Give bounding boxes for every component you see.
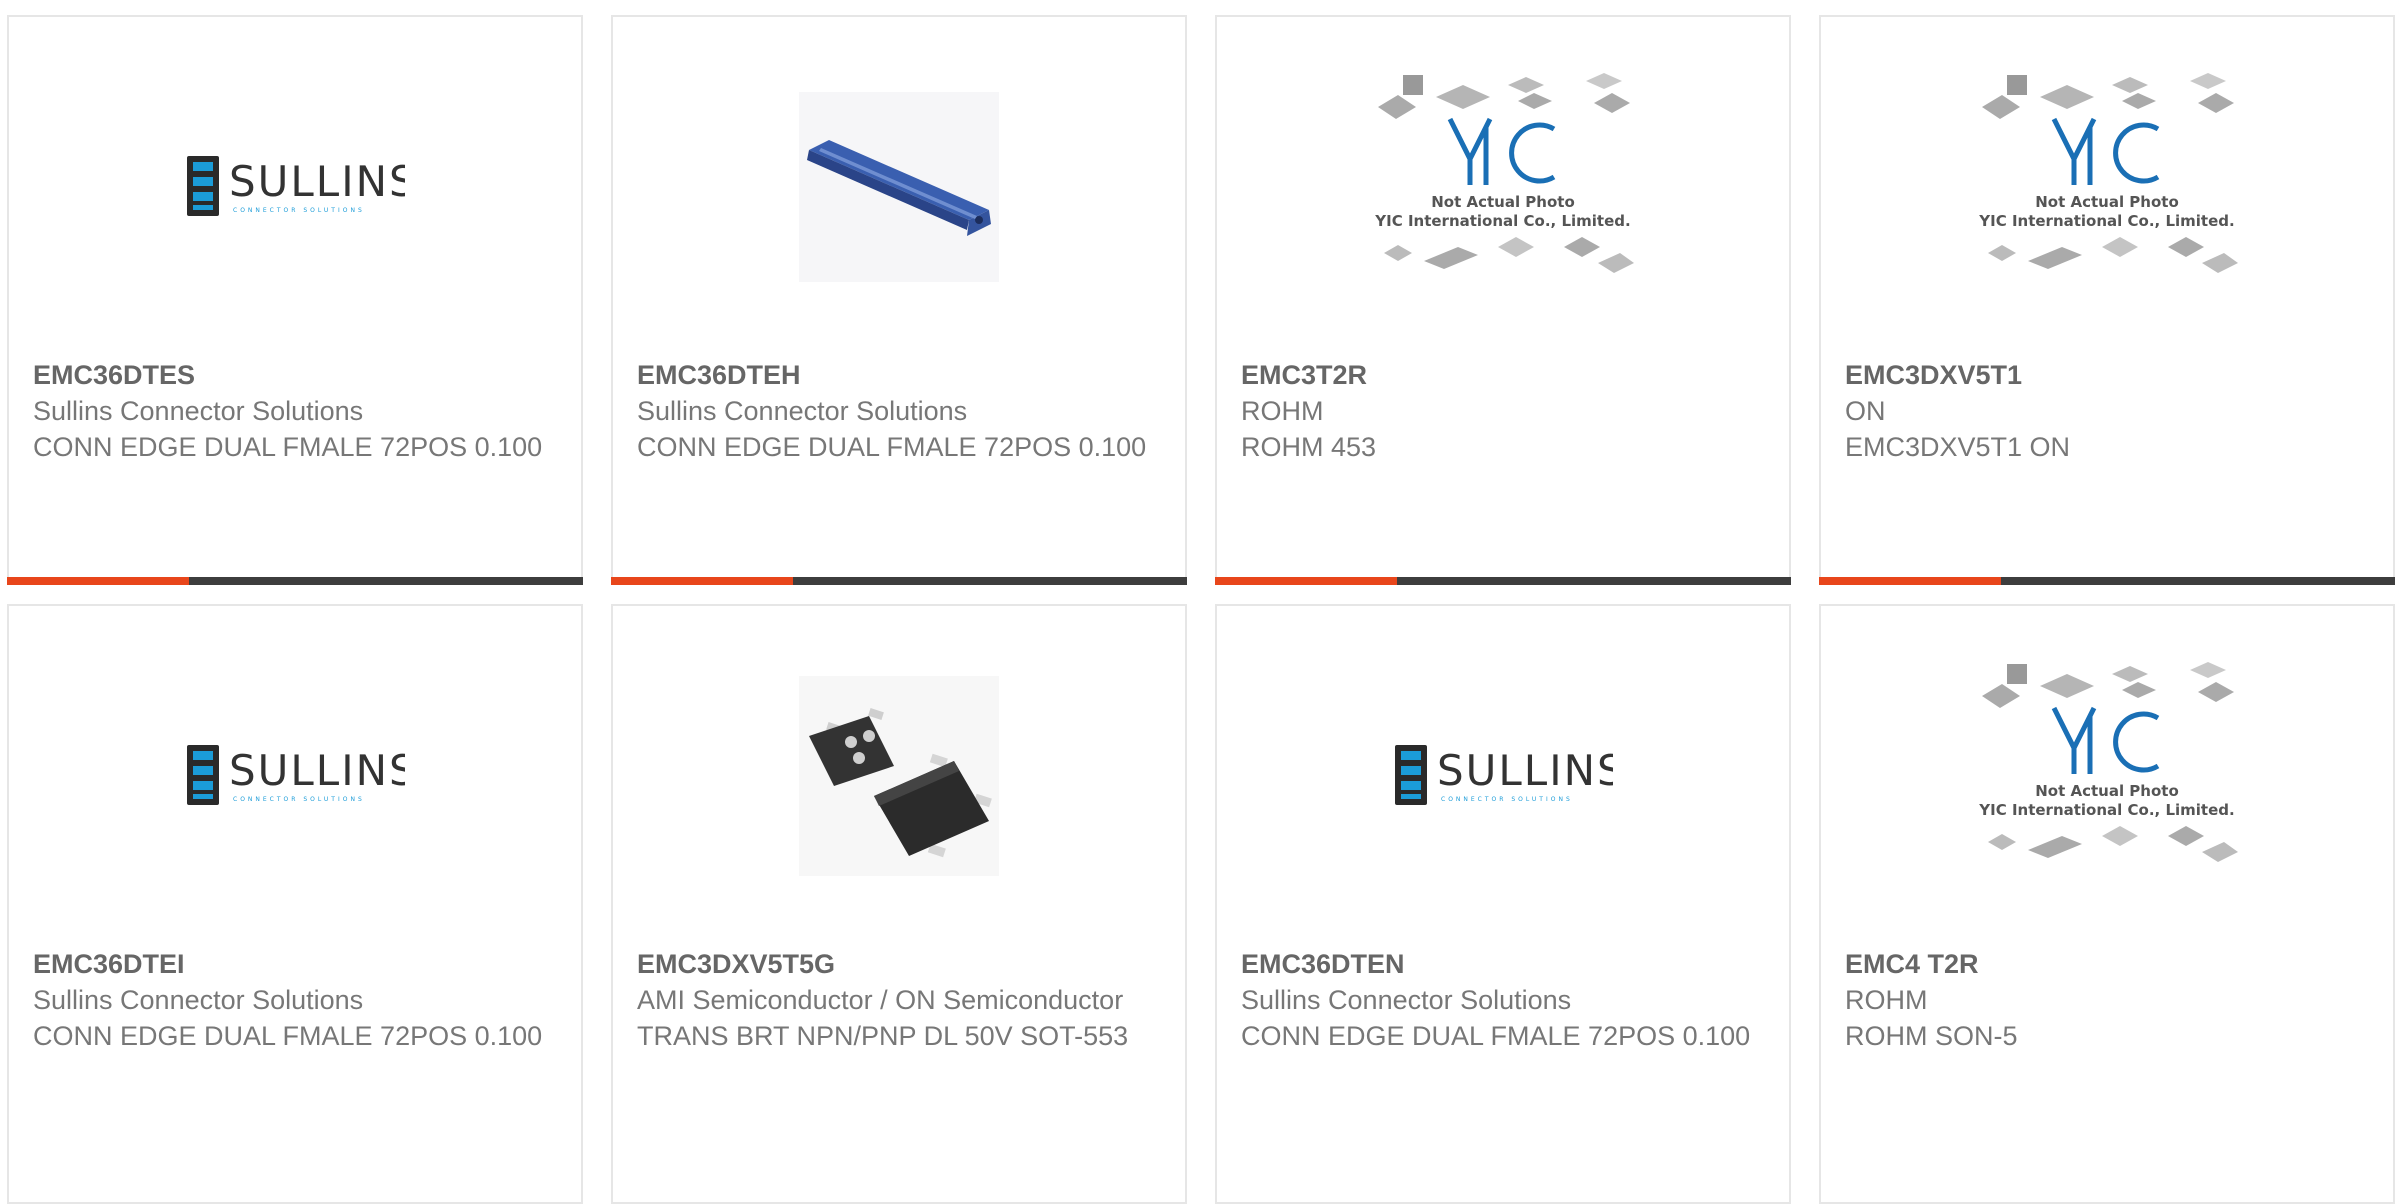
sullins-logo-icon: SULLINS CONNECTOR SOLUTIONS	[187, 156, 405, 216]
card-accent-bar	[7, 577, 583, 585]
description: CONN EDGE DUAL FMALE 72POS 0.100	[1241, 1021, 1751, 1051]
svg-text:CONNECTOR SOLUTIONS: CONNECTOR SOLUTIONS	[233, 207, 365, 214]
manufacturer: Sullins Connector Solutions	[33, 985, 364, 1015]
card-accent-bar	[1819, 577, 2395, 585]
manufacturer: Sullins Connector Solutions	[33, 396, 364, 426]
product-image[interactable]	[613, 646, 1185, 906]
sot553-chip-icon	[799, 676, 999, 876]
description: TRANS BRT NPN/PNP DL 50V SOT-553	[637, 1021, 1129, 1051]
svg-text:CONNECTOR SOLUTIONS: CONNECTOR SOLUTIONS	[1441, 796, 1573, 803]
description: ROHM SON-5	[1845, 1021, 2018, 1051]
product-card[interactable]: Not Actual Photo YIC International Co., …	[1819, 604, 2395, 1204]
product-card[interactable]: SULLINS CONNECTOR SOLUTIONS EMC36DTES Su…	[7, 15, 583, 585]
manufacturer: ROHM	[1241, 396, 1324, 426]
product-card[interactable]: EMC36DTEH Sullins Connector Solutions CO…	[611, 15, 1187, 585]
manufacturer: Sullins Connector Solutions	[637, 396, 968, 426]
product-card[interactable]: SULLINS CONNECTOR SOLUTIONS EMC36DTEN Su…	[1215, 604, 1791, 1204]
part-number[interactable]: EMC3DXV5T1	[1845, 357, 2373, 393]
image-caption: YIC International Co., Limited.	[1978, 801, 2234, 819]
sullins-logo-icon: SULLINS CONNECTOR SOLUTIONS	[1395, 745, 1613, 805]
product-image[interactable]: Not Actual Photo YIC International Co., …	[1821, 646, 2393, 906]
yic-placeholder-icon: Not Actual Photo YIC International Co., …	[1374, 73, 1634, 273]
product-grid: SULLINS CONNECTOR SOLUTIONS EMC36DTES Su…	[0, 0, 2400, 1204]
svg-text:SULLINS: SULLINS	[1437, 746, 1613, 795]
sullins-logo-icon: SULLINS CONNECTOR SOLUTIONS	[187, 745, 405, 805]
manufacturer: Sullins Connector Solutions	[1241, 985, 1572, 1015]
product-card[interactable]: Not Actual Photo YIC International Co., …	[1215, 15, 1791, 585]
description: CONN EDGE DUAL FMALE 72POS 0.100	[637, 432, 1147, 462]
image-caption: Not Actual Photo	[1431, 193, 1575, 211]
manufacturer: ROHM	[1845, 985, 1928, 1015]
product-card[interactable]: EMC3DXV5T5G AMI Semiconductor / ON Semic…	[611, 604, 1187, 1204]
description: ROHM 453	[1241, 432, 1377, 462]
image-caption: YIC International Co., Limited.	[1374, 212, 1630, 230]
card-accent-bar	[1215, 577, 1791, 585]
card-accent-bar	[611, 577, 1187, 585]
product-image[interactable]: Not Actual Photo YIC International Co., …	[1217, 57, 1789, 317]
yic-placeholder-icon: Not Actual Photo YIC International Co., …	[1978, 662, 2238, 862]
product-card[interactable]: SULLINS CONNECTOR SOLUTIONS EMC36DTEI Su…	[7, 604, 583, 1204]
part-number[interactable]: EMC36DTEI	[33, 946, 561, 982]
product-image[interactable]: SULLINS CONNECTOR SOLUTIONS	[9, 57, 581, 317]
yic-placeholder-icon: Not Actual Photo YIC International Co., …	[1978, 73, 2238, 273]
product-image[interactable]: SULLINS CONNECTOR SOLUTIONS	[1217, 646, 1789, 906]
product-card[interactable]: Not Actual Photo YIC International Co., …	[1819, 15, 2395, 585]
image-caption: YIC International Co., Limited.	[1978, 212, 2234, 230]
image-caption: Not Actual Photo	[2035, 193, 2179, 211]
part-number[interactable]: EMC36DTES	[33, 357, 561, 393]
product-image[interactable]	[613, 57, 1185, 317]
description: CONN EDGE DUAL FMALE 72POS 0.100	[33, 1021, 543, 1051]
edge-connector-icon	[799, 92, 999, 282]
part-number[interactable]: EMC36DTEN	[1241, 946, 1769, 982]
image-caption: Not Actual Photo	[2035, 782, 2179, 800]
svg-text:SULLINS: SULLINS	[229, 157, 405, 206]
part-number[interactable]: EMC36DTEH	[637, 357, 1165, 393]
manufacturer: ON	[1845, 396, 1886, 426]
svg-text:SULLINS: SULLINS	[229, 746, 405, 795]
description: CONN EDGE DUAL FMALE 72POS 0.100	[33, 432, 543, 462]
part-number[interactable]: EMC4 T2R	[1845, 946, 2373, 982]
part-number[interactable]: EMC3T2R	[1241, 357, 1769, 393]
product-image[interactable]: Not Actual Photo YIC International Co., …	[1821, 57, 2393, 317]
svg-text:CONNECTOR SOLUTIONS: CONNECTOR SOLUTIONS	[233, 796, 365, 803]
manufacturer: AMI Semiconductor / ON Semiconductor	[637, 985, 1124, 1015]
description: EMC3DXV5T1 ON	[1845, 432, 2071, 462]
part-number[interactable]: EMC3DXV5T5G	[637, 946, 1165, 982]
product-image[interactable]: SULLINS CONNECTOR SOLUTIONS	[9, 646, 581, 906]
